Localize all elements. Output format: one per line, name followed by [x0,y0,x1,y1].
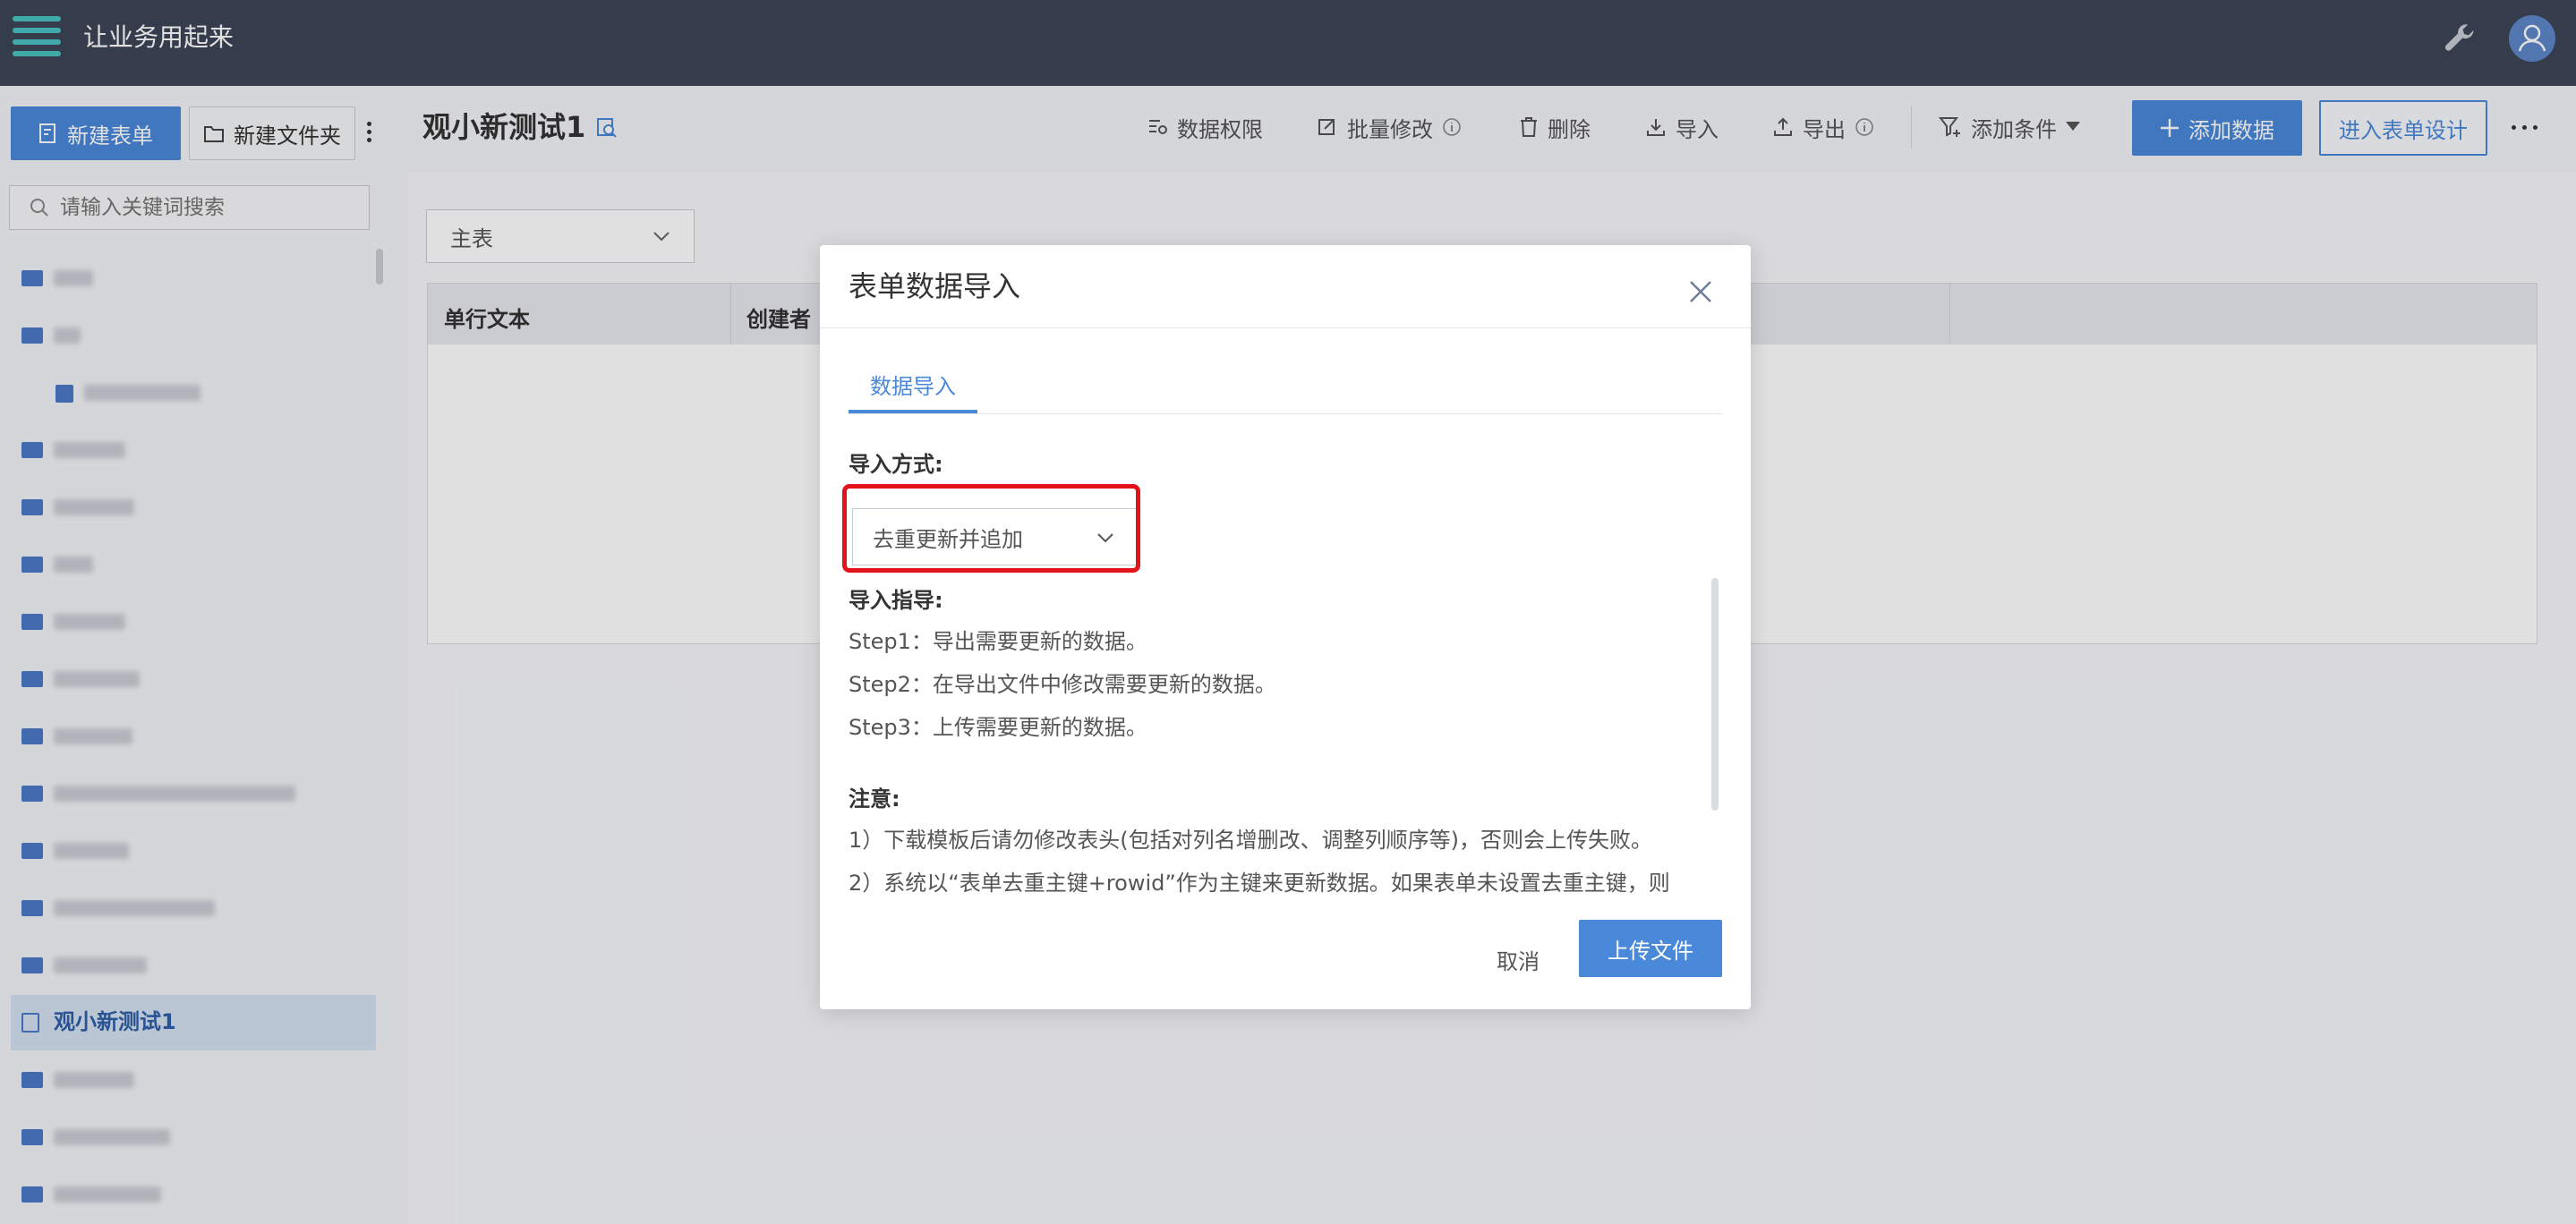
upload-file-button[interactable]: 上传文件 [1579,920,1722,977]
guide-step: Step3：上传需要更新的数据。 [849,715,1147,740]
note-line: 2）系统以“表单去重主键+rowid”作为主键来更新数据。如果表单未设置去重主键… [849,871,1670,896]
import-method-label: 导入方式: [849,452,943,477]
cancel-button[interactable]: 取消 [1473,932,1563,986]
dialog-scrollbar[interactable] [1711,578,1719,811]
highlight-box [842,484,1140,573]
guide-title: 导入指导: [849,588,943,613]
tab-data-import[interactable]: 数据导入 [849,370,977,403]
note-line: 1）下载模板后请勿修改表头(包括对列名增删改、调整列顺序等)，否则会上传失败。 [849,828,1652,853]
tab-bar-line [849,413,1722,414]
dialog-divider [820,327,1751,328]
note-title: 注意: [849,786,900,812]
guide-step: Step1：导出需要更新的数据。 [849,629,1147,654]
close-icon[interactable] [1686,277,1715,306]
import-dialog: 表单数据导入 数据导入 导入方式: 去重更新并追加 导入指导: Step1：导出… [820,245,1751,1009]
dialog-title: 表单数据导入 [849,269,1021,303]
guide-step: Step2：在导出文件中修改需要更新的数据。 [849,672,1276,697]
